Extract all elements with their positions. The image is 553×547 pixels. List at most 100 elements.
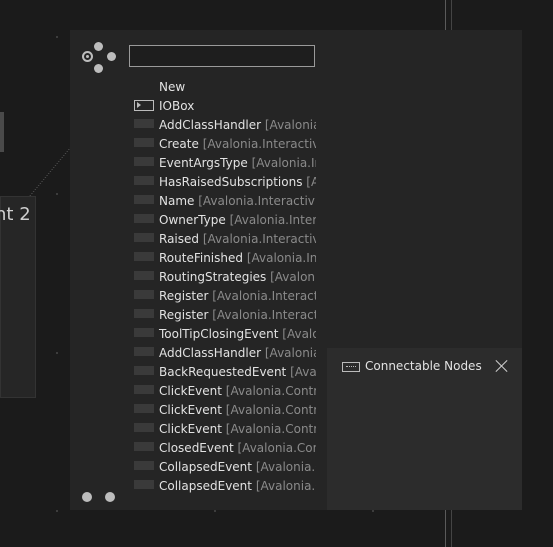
node-list-item[interactable]: New bbox=[132, 78, 316, 97]
node-list-item[interactable]: AddClassHandler [Avalonia.Int bbox=[132, 344, 316, 363]
node-list-item[interactable]: RoutingStrategies [Avalonia.In bbox=[132, 268, 316, 287]
radial-menu-icon[interactable] bbox=[82, 42, 122, 78]
node-list-item[interactable]: Register [Avalonia.Interactivity bbox=[132, 287, 316, 306]
node-list-item[interactable]: ClosedEvent [Avalonia.Contro bbox=[132, 439, 316, 458]
node-type-swatch bbox=[134, 385, 154, 394]
node-name: Name bbox=[159, 194, 195, 208]
node-type-swatch bbox=[134, 309, 154, 318]
node-namespace: [Avalonia.Controls. bbox=[225, 422, 316, 436]
node-type-swatch bbox=[134, 404, 154, 413]
dot-icon[interactable] bbox=[105, 492, 115, 502]
node-name: ClickEvent bbox=[159, 422, 222, 436]
node-name: New bbox=[159, 80, 186, 94]
node-name: AddClassHandler bbox=[159, 346, 262, 360]
node-name: CollapsedEvent bbox=[159, 460, 252, 474]
radial-dot bbox=[94, 42, 103, 51]
node-namespace: [Avalonia.In bbox=[270, 270, 316, 284]
node-name: CollapsedEvent bbox=[159, 479, 252, 493]
node-type-swatch bbox=[134, 442, 154, 451]
background-node[interactable]: nt 2 bbox=[0, 196, 36, 398]
node-namespace: [Avalonia.Con bbox=[255, 460, 316, 474]
node-type-swatch bbox=[134, 252, 154, 261]
node-type-swatch bbox=[134, 157, 154, 166]
node-namespace: [Avalonia bbox=[282, 327, 316, 341]
grid-dot bbox=[214, 510, 216, 512]
node-type-swatch bbox=[134, 119, 154, 128]
node-name: AddClassHandler bbox=[159, 118, 262, 132]
popup-title: Connectable Nodes bbox=[365, 359, 482, 373]
node-list-item[interactable]: IOBox bbox=[132, 97, 316, 116]
node-list-item[interactable]: Raised [Avalonia.Interactivity.R bbox=[132, 230, 316, 249]
node-namespace: [Avalo bbox=[306, 175, 316, 189]
node-list-item[interactable]: EventArgsType [Avalonia.Interac bbox=[132, 154, 316, 173]
node-namespace: [Avalonia.Interactivity bbox=[212, 308, 316, 322]
node-name: Register bbox=[159, 308, 209, 322]
node-name: RoutingStrategies bbox=[159, 270, 267, 284]
node-list-item[interactable]: CollapsedEvent [Avalonia.Con bbox=[132, 477, 316, 496]
node-list-item[interactable]: RouteFinished [Avalonia.Intera bbox=[132, 249, 316, 268]
node-list-item[interactable]: CollapsedEvent [Avalonia.Con bbox=[132, 458, 316, 477]
node-namespace: [Avalonia.Con bbox=[255, 479, 316, 493]
node-name: Create bbox=[159, 137, 199, 151]
node-namespace: [Avalonia.Intera bbox=[246, 251, 316, 265]
node-list-item[interactable]: Name [Avalonia.Interactivity.R bbox=[132, 192, 316, 211]
node-type-swatch bbox=[134, 233, 154, 242]
node-namespace: [Avalonia bbox=[290, 365, 316, 379]
node-list-item[interactable]: ClickEvent [Avalonia.Controls. bbox=[132, 401, 316, 420]
node-name: EventArgsType bbox=[159, 156, 248, 170]
node-name: Raised bbox=[159, 232, 200, 246]
node-list-item[interactable]: HasRaisedSubscriptions [Avalo bbox=[132, 173, 316, 192]
grid-dot bbox=[56, 510, 58, 512]
close-icon[interactable] bbox=[495, 359, 509, 373]
node-name: Register bbox=[159, 289, 209, 303]
node-namespace: [Avalonia.Int bbox=[264, 346, 316, 360]
node-name: OwnerType bbox=[159, 213, 226, 227]
node-list: New IOBox AddClassHandler [Avalonia.Intera… bbox=[132, 78, 316, 496]
node-list-item[interactable]: Register [Avalonia.Interactivity bbox=[132, 306, 316, 325]
node-list-item[interactable]: Create [Avalonia.Interactivity.R bbox=[132, 135, 316, 154]
node-name: BackRequestedEvent bbox=[159, 365, 287, 379]
node-namespace: [Avalonia.Interactivity.R bbox=[198, 194, 316, 208]
node-list-item[interactable]: ToolTipClosingEvent [Avalonia bbox=[132, 325, 316, 344]
node-namespace: [Avalonia.Interac bbox=[251, 156, 316, 170]
node-name: ClickEvent bbox=[159, 403, 222, 417]
node-type-swatch bbox=[134, 461, 154, 470]
node-type-swatch bbox=[134, 347, 154, 356]
search-input[interactable] bbox=[129, 45, 315, 67]
radial-center-dot bbox=[82, 51, 93, 62]
node-name: ClosedEvent bbox=[159, 441, 234, 455]
background-node-title: nt 2 bbox=[0, 204, 31, 225]
node-namespace: [Avalonia.Controls. bbox=[225, 384, 316, 398]
node-type-swatch bbox=[134, 366, 154, 375]
dot-icon[interactable] bbox=[82, 492, 92, 502]
node-namespace: [Avalonia.Contro bbox=[237, 441, 317, 455]
connectable-nodes-icon bbox=[342, 362, 360, 372]
node-type-swatch bbox=[134, 328, 154, 337]
node-namespace: [Avalonia.Controls. bbox=[225, 403, 316, 417]
node-type-swatch bbox=[134, 138, 154, 147]
node-name: RouteFinished bbox=[159, 251, 243, 265]
node-name: HasRaisedSubscriptions bbox=[159, 175, 303, 189]
node-list-item[interactable]: AddClassHandler [Avalonia.Interactivity bbox=[132, 116, 316, 135]
grid-dot bbox=[56, 352, 58, 354]
node-list-item[interactable]: ClickEvent [Avalonia.Controls. bbox=[132, 382, 316, 401]
background-node-stub bbox=[0, 112, 4, 152]
node-list-item[interactable]: OwnerType [Avalonia.Interacti bbox=[132, 211, 316, 230]
node-type-swatch bbox=[134, 195, 154, 204]
node-list-item[interactable]: BackRequestedEvent [Avalonia bbox=[132, 363, 316, 382]
node-namespace: [Avalonia.Interactivity bbox=[264, 118, 316, 132]
radial-dot bbox=[94, 64, 103, 73]
grid-dot bbox=[56, 36, 58, 38]
node-list-item[interactable]: ClickEvent [Avalonia.Controls. bbox=[132, 420, 316, 439]
panel-footer bbox=[82, 487, 128, 506]
iobox-icon bbox=[134, 100, 154, 111]
node-type-swatch bbox=[134, 290, 154, 299]
node-name: IOBox bbox=[159, 99, 195, 113]
node-namespace: [Avalonia.Interactivity.R bbox=[202, 137, 316, 151]
node-namespace: [Avalonia.Interactivity bbox=[212, 289, 316, 303]
node-name: ClickEvent bbox=[159, 384, 222, 398]
node-namespace: [Avalonia.Interacti bbox=[229, 213, 316, 227]
node-type-swatch bbox=[134, 480, 154, 489]
grid-dot bbox=[372, 510, 374, 512]
node-type-swatch bbox=[134, 271, 154, 280]
